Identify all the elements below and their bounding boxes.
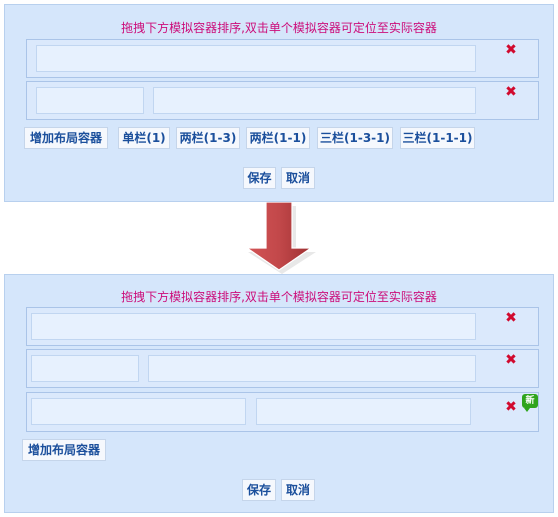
delete-icon[interactable]: ✖	[504, 85, 518, 99]
mock-column[interactable]	[36, 87, 144, 114]
down-arrow-icon	[237, 201, 321, 274]
save-button[interactable]: 保存	[243, 167, 276, 189]
mock-column[interactable]	[36, 45, 476, 72]
drag-hint: 拖拽下方模拟容器排序,双击单个模拟容器可定位至实际容器	[121, 21, 437, 35]
new-badge-icon: 新	[522, 394, 538, 412]
layout-single-1-button[interactable]: 单栏(1)	[118, 127, 170, 149]
mock-column[interactable]	[31, 313, 476, 340]
container-row-1-3[interactable]: ✖	[26, 349, 539, 388]
layout-three-1-3-1-button[interactable]: 三栏(1-3-1)	[317, 127, 393, 149]
cancel-button[interactable]: 取消	[281, 167, 315, 189]
layout-two-1-3-button[interactable]: 两栏(1-3)	[176, 127, 240, 149]
delete-icon[interactable]: ✖	[504, 43, 518, 57]
add-layout-container-button[interactable]: 增加布局容器	[24, 127, 108, 149]
mock-column[interactable]	[256, 398, 471, 425]
layout-two-1-1-button[interactable]: 两栏(1-1)	[246, 127, 310, 149]
layout-three-1-1-1-button[interactable]: 三栏(1-1-1)	[400, 127, 475, 149]
mock-column[interactable]	[153, 87, 476, 114]
mock-column[interactable]	[148, 355, 476, 382]
layout-editor-before: 拖拽下方模拟容器排序,双击单个模拟容器可定位至实际容器 ✖ ✖ 增加布局容器 单…	[4, 4, 554, 202]
container-row-single[interactable]: ✖	[26, 39, 539, 78]
save-button[interactable]: 保存	[242, 479, 276, 501]
delete-icon[interactable]: ✖	[504, 400, 518, 414]
drag-hint: 拖拽下方模拟容器排序,双击单个模拟容器可定位至实际容器	[121, 290, 437, 304]
container-row-single[interactable]: ✖	[26, 307, 539, 346]
mock-column[interactable]	[31, 398, 246, 425]
delete-icon[interactable]: ✖	[504, 311, 518, 325]
cancel-button[interactable]: 取消	[281, 479, 315, 501]
layout-editor-after: 拖拽下方模拟容器排序,双击单个模拟容器可定位至实际容器 ✖ ✖ ✖ 新 增加布局…	[4, 274, 554, 513]
mock-column[interactable]	[31, 355, 139, 382]
add-layout-container-button[interactable]: 增加布局容器	[22, 439, 106, 461]
delete-icon[interactable]: ✖	[504, 353, 518, 367]
container-row-1-3[interactable]: ✖	[26, 81, 539, 120]
container-row-1-1-new[interactable]: ✖ 新	[26, 392, 539, 432]
